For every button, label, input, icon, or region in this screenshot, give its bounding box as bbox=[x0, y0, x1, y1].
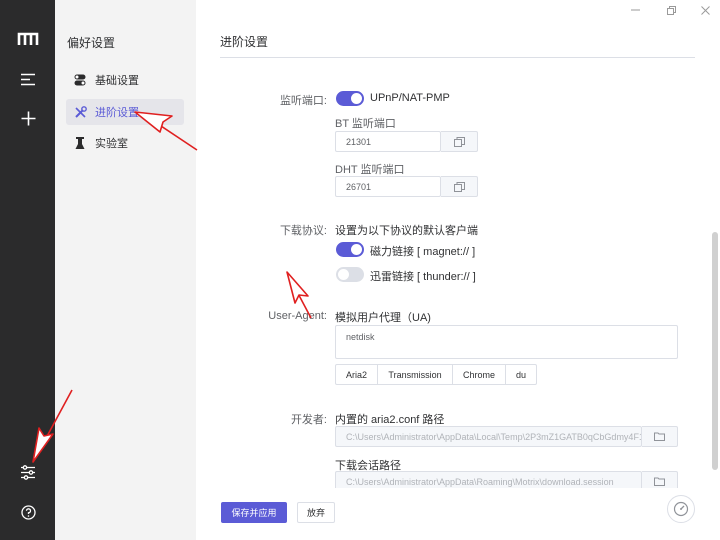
folder-icon bbox=[654, 477, 665, 486]
user-agent-textarea[interactable]: netdisk bbox=[335, 325, 678, 359]
user-agent-label: User-Agent: bbox=[268, 310, 327, 322]
preferences-sidebar: 偏好设置 基础设置 进阶设置 实验室 bbox=[55, 0, 196, 540]
bt-port-input[interactable]: 21301 bbox=[335, 131, 441, 152]
upnp-label: UPnP/NAT-PMP bbox=[370, 92, 450, 104]
dht-port-label: DHT 监听端口 bbox=[335, 164, 405, 176]
sidebar-item-advanced[interactable]: 进阶设置 bbox=[66, 99, 184, 125]
discard-button[interactable]: 放弃 bbox=[297, 502, 335, 523]
speedometer-button[interactable] bbox=[667, 495, 695, 523]
thunder-label: 迅雷链接 [ thunder:// ] bbox=[370, 271, 476, 283]
aria2-conf-path-input: C:\Users\Administrator\AppData\Local\Tem… bbox=[335, 426, 642, 447]
protocol-description: 设置为以下协议的默认客户端 bbox=[335, 225, 478, 237]
randomize-dht-port-button[interactable] bbox=[441, 176, 478, 197]
randomize-bt-port-button[interactable] bbox=[441, 131, 478, 152]
thunder-toggle[interactable] bbox=[336, 267, 364, 282]
dice-icon bbox=[453, 181, 465, 192]
preset-chrome-button[interactable]: Chrome bbox=[452, 364, 506, 385]
sidebar-item-basic[interactable]: 基础设置 bbox=[66, 67, 184, 93]
listen-port-label: 监听端口: bbox=[279, 95, 327, 107]
dht-port-input[interactable]: 26701 bbox=[335, 176, 441, 197]
preset-aria2-button[interactable]: Aria2 bbox=[335, 364, 378, 385]
sidebar-item-label: 进阶设置 bbox=[95, 107, 139, 119]
developer-label: 开发者: bbox=[290, 414, 327, 426]
folder-icon bbox=[654, 432, 665, 441]
motrix-logo-icon[interactable] bbox=[13, 24, 43, 54]
preferences-icon[interactable] bbox=[13, 457, 43, 487]
minimize-icon[interactable] bbox=[628, 3, 642, 17]
magnet-label: 磁力链接 [ magnet:// ] bbox=[370, 246, 476, 258]
sidebar-title: 偏好设置 bbox=[67, 36, 116, 50]
speedometer-icon bbox=[673, 501, 689, 517]
sidebar-item-label: 实验室 bbox=[95, 138, 128, 150]
user-agent-description: 模拟用户代理（UA) bbox=[335, 312, 431, 324]
tools-icon bbox=[73, 105, 87, 119]
vertical-scrollbar[interactable] bbox=[712, 232, 718, 470]
toggle-icon bbox=[73, 73, 87, 87]
preset-transmission-button[interactable]: Transmission bbox=[377, 364, 453, 385]
divider bbox=[220, 57, 695, 58]
help-icon[interactable] bbox=[13, 497, 43, 527]
dice-icon bbox=[453, 136, 465, 147]
user-agent-presets: Aria2 Transmission Chrome du bbox=[335, 364, 537, 385]
restore-icon[interactable] bbox=[664, 3, 678, 17]
sidebar-item-label: 基础设置 bbox=[95, 75, 139, 87]
save-apply-button[interactable]: 保存并应用 bbox=[221, 502, 287, 523]
magnet-toggle[interactable] bbox=[336, 242, 364, 257]
open-conf-folder-button[interactable] bbox=[642, 426, 678, 447]
protocol-label: 下载协议: bbox=[279, 225, 327, 237]
aria2-conf-label: 内置的 aria2.conf 路径 bbox=[335, 414, 445, 426]
page-title: 进阶设置 bbox=[220, 35, 269, 49]
add-task-icon[interactable] bbox=[13, 103, 43, 133]
flask-icon bbox=[73, 136, 87, 150]
bt-port-label: BT 监听端口 bbox=[335, 118, 396, 130]
preset-du-button[interactable]: du bbox=[505, 364, 537, 385]
close-icon[interactable] bbox=[698, 3, 712, 17]
sidebar-item-lab[interactable]: 实验室 bbox=[66, 130, 184, 156]
upnp-toggle[interactable] bbox=[336, 91, 364, 106]
task-list-icon[interactable] bbox=[13, 64, 43, 94]
app-rail bbox=[0, 0, 55, 540]
